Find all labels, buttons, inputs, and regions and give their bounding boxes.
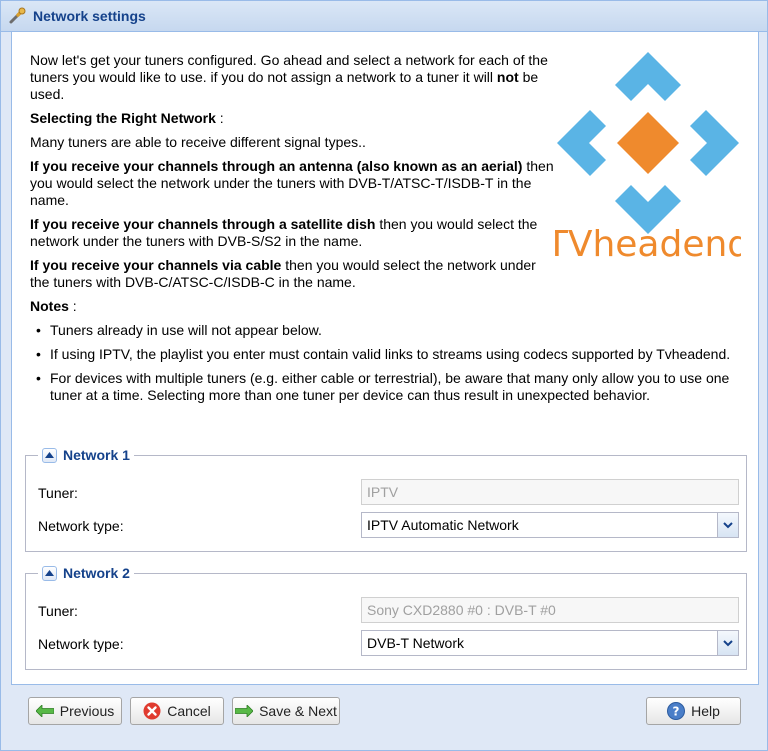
cancel-icon [143,702,161,720]
selecting-heading-suffix: : [215,110,224,126]
wrench-icon [9,7,26,24]
svg-text:?: ? [673,705,680,719]
network-2-fieldset: Network 2 Tuner: Sony CXD2880 #0 : DVB-T… [25,563,747,670]
network-type-label: Network type: [38,636,124,652]
tuner-field-network-1: IPTV [361,479,739,505]
dropdown-trigger[interactable] [717,631,738,655]
many-tuners-text: Many tuners are able to receive differen… [30,134,366,150]
intro-text: Now let's get your tuners configured. Go… [30,52,555,322]
network-settings-window: Network settings Now let's get your tune… [0,0,768,751]
selecting-heading: Selecting the Right Network : [30,110,555,127]
save-next-button[interactable]: Save & Next [232,697,340,725]
network-1-fieldset: Network 1 Tuner: IPTV Network type: IPTV… [25,445,747,552]
network-1-legend: Network 1 [38,445,134,465]
help-button-label: Help [691,703,720,719]
satellite-bold: If you receive your channels through a s… [30,216,376,232]
logo-text: TVheadend [555,224,741,264]
selecting-heading-text: Selecting the Right Network [30,110,216,126]
network-type-select-network-2[interactable]: DVB-T Network [361,630,739,656]
save-next-button-label: Save & Next [259,703,337,719]
cable-paragraph: If you receive your channels via cable t… [30,257,555,291]
antenna-bold: If you receive your channels through an … [30,158,523,174]
antenna-paragraph: If you receive your channels through an … [30,158,555,209]
tvheadend-logo: TVheadend [555,52,741,264]
collapse-toggle-network-1[interactable] [42,447,57,463]
list-item: If using IPTV, the playlist you enter mu… [34,346,744,363]
previous-button[interactable]: Previous [28,697,122,725]
chevron-down-icon [723,639,733,646]
network-type-label: Network type: [38,518,124,534]
dropdown-trigger[interactable] [717,513,738,537]
network-type-value: IPTV Automatic Network [367,517,519,533]
list-item: For devices with multiple tuners (e.g. e… [34,370,744,404]
cable-bold: If you receive your channels via cable [30,257,282,273]
tuner-label: Tuner: [38,485,78,501]
intro-text-part: Now let's get your tuners configured. Go… [30,52,548,85]
tuner-field-network-2: Sony CXD2880 #0 : DVB-T #0 [361,597,739,623]
help-button[interactable]: ? Help [646,697,741,725]
satellite-paragraph: If you receive your channels through a s… [30,216,555,250]
notes-heading: Notes : [30,298,555,315]
arrow-left-icon [35,705,54,717]
collapse-toggle-network-2[interactable] [42,565,57,581]
chevron-down-icon [723,521,733,528]
notes-heading-text: Notes [30,298,69,314]
notes-list: Tuners already in use will not appear be… [34,322,744,411]
window-titlebar: Network settings [1,1,767,32]
list-item: Tuners already in use will not appear be… [34,322,744,339]
intro-text-bold: not [496,69,519,85]
arrow-right-icon [235,705,254,717]
tuner-label: Tuner: [38,603,78,619]
network-1-title: Network 1 [63,447,130,463]
help-icon: ? [667,702,686,720]
chevron-up-icon [45,570,54,576]
intro-paragraph: Now let's get your tuners configured. Go… [30,52,555,103]
window-title: Network settings [33,8,146,24]
wizard-content: Now let's get your tuners configured. Go… [11,32,759,685]
network-2-title: Network 2 [63,565,130,581]
chevron-up-icon [45,452,54,458]
cancel-button[interactable]: Cancel [130,697,224,725]
notes-heading-suffix: : [68,298,77,314]
network-type-select-network-1[interactable]: IPTV Automatic Network [361,512,739,538]
button-bar: Previous Cancel Save & Next ? Help [1,685,767,750]
previous-button-label: Previous [59,703,115,719]
network-type-value: DVB-T Network [367,635,464,651]
cancel-button-label: Cancel [167,703,211,719]
network-2-legend: Network 2 [38,563,134,583]
